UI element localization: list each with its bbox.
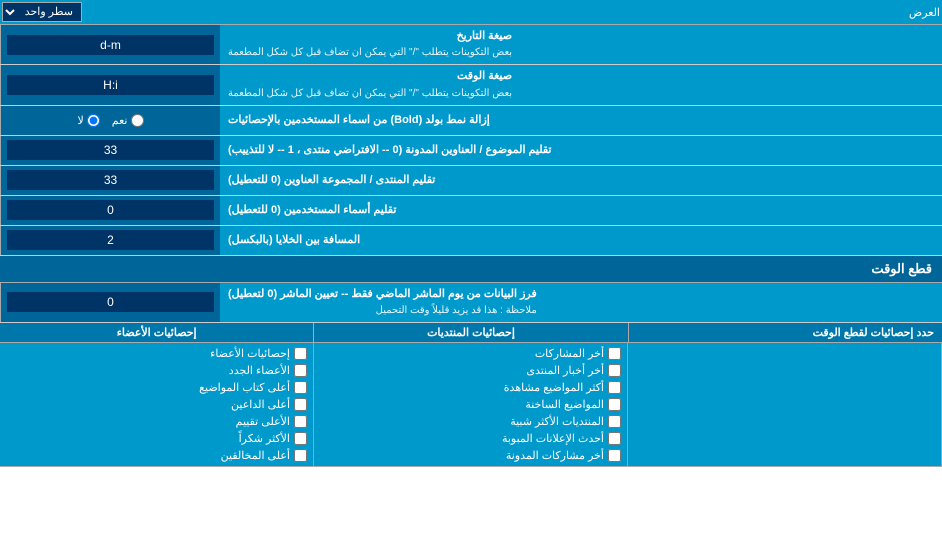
cb-recent-topics: المواضيع الساخنة: [320, 396, 621, 413]
user-names-sort-row: تقليم أسماء المستخدمين (0 للتعطيل): [0, 196, 942, 226]
cb-new-members-input[interactable]: [294, 364, 307, 377]
date-format-input-cell: [0, 25, 220, 64]
cb-noted-shares-input[interactable]: [608, 449, 621, 462]
radio-no[interactable]: [87, 114, 100, 127]
topic-sort-row: تقليم الموضوع / العناوين المدونة (0 -- ا…: [0, 136, 942, 166]
radio-yes-label[interactable]: نعم: [112, 114, 144, 127]
cb-most-viewed: أكثر المواضيع مشاهدة: [320, 379, 621, 396]
forums-stats-header: إحصائيات المنتديات: [314, 323, 628, 342]
cb-members-stats: إحصائيات الأعضاء: [6, 345, 307, 362]
time-cut-input-cell: [0, 283, 220, 322]
cells-gap-label: المسافة بين الخلايا (بالبكسل): [220, 226, 942, 255]
remove-bold-row: إزالة نمط بولد (Bold) من اسماء المستخدمي…: [0, 106, 942, 136]
topic-sort-input[interactable]: [7, 140, 214, 160]
time-cut-row: فرز البيانات من يوم الماشر الماضي فقط --…: [0, 283, 942, 323]
date-format-row: صيغة التاريخ بعض التكوينات يتطلب "/" الت…: [0, 25, 942, 65]
checkboxes-row: أخر المشاركات أخر أخبار المنتدى أكثر الم…: [0, 343, 942, 466]
page-title-row: العرض سطر واحدسطرينثلاثة أسطر: [0, 0, 942, 25]
cb-forum-news-input[interactable]: [608, 364, 621, 377]
time-format-label: صيغة الوقت بعض التكوينات يتطلب "/" التي …: [220, 65, 942, 104]
forum-group-sort-input-cell: [0, 166, 220, 195]
cb-top-followers: أعلى المخالقين: [6, 447, 307, 464]
cb-noted-shares: أخر مشاركات المدونة: [320, 447, 621, 464]
cb-recent-ads-input[interactable]: [608, 432, 621, 445]
cells-gap-input[interactable]: [7, 230, 214, 250]
cells-gap-input-cell: [0, 226, 220, 255]
time-format-input[interactable]: [7, 75, 214, 95]
time-limit-label: حدد إحصائيات لقطع الوقت: [629, 323, 942, 342]
time-cut-header: قطع الوقت: [0, 256, 942, 283]
cb-new-members: الأعضاء الجدد: [6, 362, 307, 379]
members-checkboxes-col: إحصائيات الأعضاء الأعضاء الجدد أعلى كتاب…: [0, 343, 314, 466]
cb-top-rated-input[interactable]: [294, 415, 307, 428]
cb-top-online: أعلى الداعين: [6, 396, 307, 413]
radio-no-label[interactable]: لا: [78, 114, 100, 127]
radio-yes[interactable]: [131, 114, 144, 127]
cb-recent-topics-input[interactable]: [608, 398, 621, 411]
cb-top-posters-input[interactable]: [294, 381, 307, 394]
title-select-cell[interactable]: سطر واحدسطرينثلاثة أسطر: [2, 2, 82, 22]
cb-forum-news: أخر أخبار المنتدى: [320, 362, 621, 379]
cb-top-rated: الأعلى تقييم: [6, 413, 307, 430]
forum-group-sort-label: تقليم المنتدى / المجموعة العناوين (0 للت…: [220, 166, 942, 195]
main-label: العرض: [889, 6, 940, 19]
forum-group-sort-row: تقليم المنتدى / المجموعة العناوين (0 للت…: [0, 166, 942, 196]
user-names-sort-input[interactable]: [7, 200, 214, 220]
empty-col: [628, 343, 942, 466]
display-mode-select[interactable]: سطر واحدسطرينثلاثة أسطر: [2, 2, 82, 22]
time-format-input-cell: [0, 65, 220, 104]
topic-sort-label: تقليم الموضوع / العناوين المدونة (0 -- ا…: [220, 136, 942, 165]
date-format-label: صيغة التاريخ بعض التكوينات يتطلب "/" الت…: [220, 25, 942, 64]
time-format-row: صيغة الوقت بعض التكوينات يتطلب "/" التي …: [0, 65, 942, 105]
remove-bold-label: إزالة نمط بولد (Bold) من اسماء المستخدمي…: [220, 106, 942, 135]
user-names-sort-input-cell: [0, 196, 220, 225]
cb-top-followers-input[interactable]: [294, 449, 307, 462]
cb-most-thanks: الأكثر شكراً: [6, 430, 307, 447]
cb-shares-input[interactable]: [608, 347, 621, 360]
topic-sort-input-cell: [0, 136, 220, 165]
cb-members-stats-input[interactable]: [294, 347, 307, 360]
cb-recent-ads: أحدث الإعلانات المبوبة: [320, 430, 621, 447]
cb-most-viewed-input[interactable]: [608, 381, 621, 394]
cb-similar-forums: المنتديات الأكثر شبية: [320, 413, 621, 430]
time-cut-input[interactable]: [7, 292, 214, 312]
forum-group-sort-input[interactable]: [7, 170, 214, 190]
cb-most-thanks-input[interactable]: [294, 432, 307, 445]
remove-bold-radio-cell: نعم لا: [0, 106, 220, 135]
time-cut-label: فرز البيانات من يوم الماشر الماضي فقط --…: [220, 283, 942, 322]
user-names-sort-label: تقليم أسماء المستخدمين (0 للتعطيل): [220, 196, 942, 225]
date-format-input[interactable]: [7, 35, 214, 55]
cb-similar-forums-input[interactable]: [608, 415, 621, 428]
cb-top-online-input[interactable]: [294, 398, 307, 411]
cb-top-posters: أعلى كتاب المواضيع: [6, 379, 307, 396]
forums-checkboxes-col: أخر المشاركات أخر أخبار المنتدى أكثر الم…: [314, 343, 628, 466]
members-stats-header: إحصائيات الأعضاء: [0, 323, 314, 342]
cells-gap-row: المسافة بين الخلايا (بالبكسل): [0, 226, 942, 256]
cb-shares: أخر المشاركات: [320, 345, 621, 362]
checkboxes-section: حدد إحصائيات لقطع الوقت إحصائيات المنتدي…: [0, 323, 942, 467]
